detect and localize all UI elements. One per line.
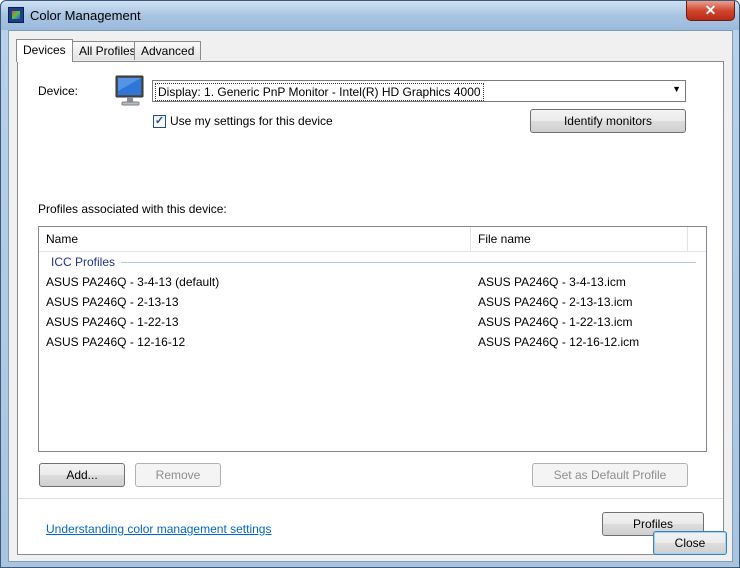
profile-file-name: ASUS PA246Q - 3-4-13.icm	[478, 275, 626, 289]
tab-advanced[interactable]: Advanced	[134, 41, 202, 60]
color-management-app-icon	[8, 7, 24, 23]
table-row[interactable]: ASUS PA246Q - 12-16-12 ASUS PA246Q - 12-…	[39, 332, 706, 352]
add-profile-button[interactable]: Add...	[39, 463, 125, 487]
profile-name: ASUS PA246Q - 12-16-12	[46, 335, 186, 349]
profiles-section-label: Profiles associated with this device:	[38, 202, 227, 216]
set-default-profile-button[interactable]: Set as Default Profile	[532, 463, 688, 487]
profile-file-name: ASUS PA246Q - 12-16-12.icm	[478, 335, 640, 349]
title-bar[interactable]: Color Management	[1, 1, 739, 30]
profile-name: ASUS PA246Q - 2-13-13	[46, 295, 179, 309]
use-my-settings-label[interactable]: Use my settings for this device	[170, 114, 333, 128]
profile-file-name: ASUS PA246Q - 1-22-13.icm	[478, 315, 633, 329]
monitor-icon	[115, 75, 144, 106]
window-close-icon[interactable]: ✕	[686, 1, 735, 21]
close-button[interactable]: Close	[653, 531, 727, 555]
profiles-list[interactable]: Name File name ICC Profiles ASUS PA246Q …	[38, 226, 707, 452]
table-row[interactable]: ASUS PA246Q - 1-22-13 ASUS PA246Q - 1-22…	[39, 312, 706, 332]
color-management-help-link[interactable]: Understanding color management settings	[46, 522, 271, 536]
column-header-file-name[interactable]: File name	[471, 227, 688, 251]
device-select-value: Display: 1. Generic PnP Monitor - Intel(…	[155, 83, 484, 101]
use-my-settings-checkbox[interactable]: ✓	[153, 115, 166, 128]
group-header-icc-profiles[interactable]: ICC Profiles	[51, 255, 115, 269]
column-header-name[interactable]: Name	[39, 227, 471, 251]
identify-monitors-button[interactable]: Identify monitors	[530, 109, 686, 133]
window-title: Color Management	[30, 8, 141, 23]
device-label: Device:	[38, 84, 79, 98]
tab-devices[interactable]: Devices	[16, 39, 73, 62]
remove-profile-button[interactable]: Remove	[135, 463, 221, 487]
profiles-list-header: Name File name	[39, 227, 706, 252]
tab-all-profiles[interactable]: All Profiles	[72, 41, 143, 60]
devices-panel: Device: Display: 1. Generic PnP Monitor …	[17, 61, 724, 555]
dialog-body: Devices All Profiles Advanced Device: Di…	[8, 30, 733, 562]
dropdown-arrow-icon[interactable]: ▼	[672, 84, 681, 94]
group-divider	[121, 262, 696, 263]
profile-name: ASUS PA246Q - 1-22-13	[46, 315, 179, 329]
table-row[interactable]: ASUS PA246Q - 3-4-13 (default) ASUS PA24…	[39, 272, 706, 292]
table-row[interactable]: ASUS PA246Q - 2-13-13 ASUS PA246Q - 2-13…	[39, 292, 706, 312]
profile-name: ASUS PA246Q - 3-4-13 (default)	[46, 275, 220, 289]
color-management-window: Color Management ✕ Devices All Profiles …	[0, 0, 740, 568]
device-select[interactable]: Display: 1. Generic PnP Monitor - Intel(…	[152, 80, 686, 102]
profile-file-name: ASUS PA246Q - 2-13-13.icm	[478, 295, 633, 309]
section-divider	[18, 498, 723, 499]
